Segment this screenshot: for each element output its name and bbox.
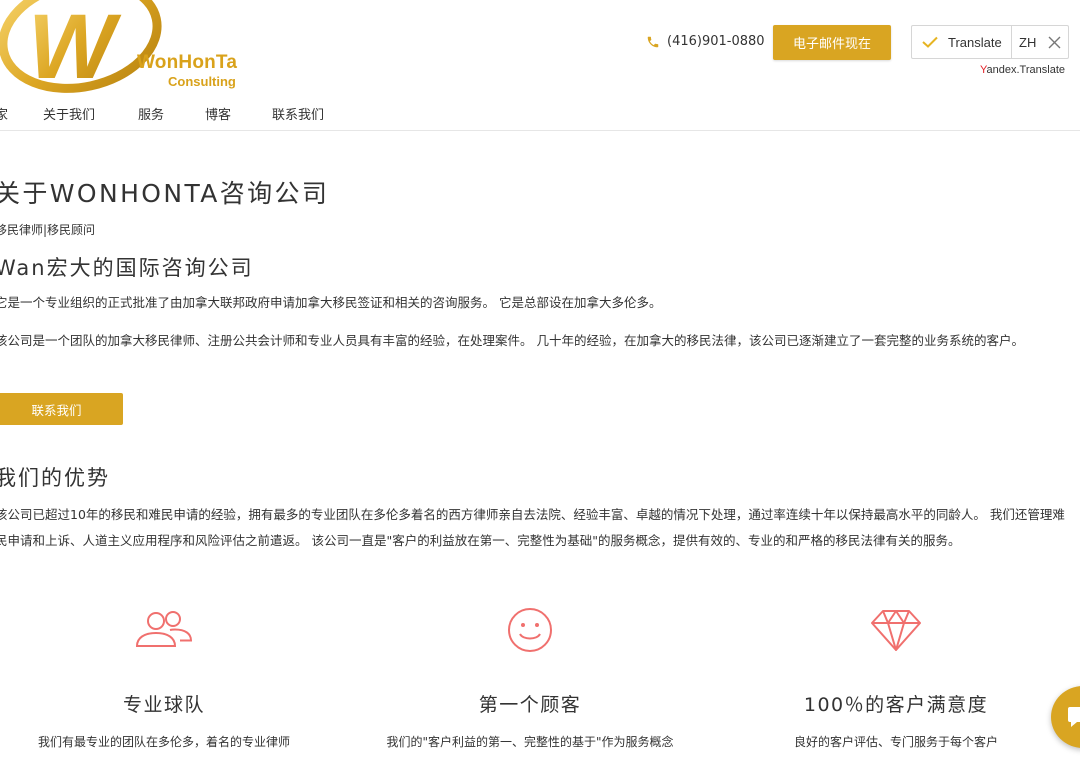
feature-title: 第一个顾客: [478, 694, 582, 716]
advantages-paragraph: 该公司已超过10年的移民和难民申请的经验，拥有最多的专业团队在多伦多着名的西方律…: [0, 507, 1065, 548]
translate-label[interactable]: Translate: [948, 35, 1011, 50]
phone-number: (416)901-0880: [667, 34, 765, 49]
checkmark-icon: [922, 36, 938, 48]
brand-name: WonHonTa: [137, 52, 238, 73]
translate-language[interactable]: ZH: [1011, 26, 1041, 58]
nav-item-contact[interactable]: 联系我们: [272, 104, 324, 123]
translate-widget: Translate ZH: [911, 25, 1069, 59]
about-paragraph-1: 它是一个专业组织的正式批准了由加拿大联邦政府申请加拿大移民签证和相关的咨询服务。…: [0, 295, 662, 310]
team-icon: [135, 611, 193, 647]
phone-contact[interactable]: (416)901-0880: [646, 34, 765, 49]
nav-item-home[interactable]: 家: [0, 104, 43, 123]
chat-widget-button[interactable]: [1051, 686, 1080, 748]
nav-item-services[interactable]: 服务: [138, 104, 205, 123]
feature-description: 我们的"客户利益的第一、完整性的基于"作为服务概念: [386, 735, 674, 749]
feature-title: 100％的客户满意度: [803, 694, 989, 716]
advantages-title: 我们的优势: [0, 466, 110, 490]
phone-icon: [647, 36, 659, 47]
nav-item-about[interactable]: 关于我们: [43, 104, 138, 123]
about-tagline: 移民律师|移民顾问: [0, 223, 96, 237]
about-title: 关于WONHONTA咨询公司: [0, 179, 330, 208]
feature-team: 专业球队 我们有最专业的团队在多伦多，着名的专业律师: [14, 602, 314, 750]
brand-subtitle: Consulting: [168, 74, 236, 89]
translate-close-button[interactable]: [1041, 26, 1067, 58]
feature-title: 专业球队: [122, 694, 205, 716]
yandex-rest: andex.Translate: [986, 64, 1066, 76]
about-subtitle: Wan宏大的国际咨询公司: [0, 256, 254, 280]
feature-description: 我们有最专业的团队在多伦多，着名的专业律师: [37, 735, 290, 749]
feature-satisfaction: 100％的客户满意度 良好的客户评估、专门服务于每个客户: [746, 602, 1046, 750]
email-now-button[interactable]: 电子邮件现在: [773, 25, 891, 60]
contact-us-button[interactable]: 联系我们: [0, 393, 123, 425]
yandex-translate-link[interactable]: Yandex.Translate: [980, 64, 1065, 76]
diamond-icon: [871, 610, 921, 651]
smiley-icon: [508, 608, 552, 652]
logo-letter: W: [28, 0, 122, 98]
chat-icon: [1068, 707, 1080, 727]
nav-divider: [0, 130, 1080, 131]
translate-button[interactable]: [912, 36, 948, 48]
feature-description: 良好的客户评估、专门服务于每个客户: [793, 735, 998, 749]
about-paragraph-2: 该公司是一个团队的加拿大移民律师、注册公共会计师和专业人员具有丰富的经验，在处理…: [0, 333, 1024, 348]
feature-customer-first: 第一个顾客 我们的"客户利益的第一、完整性的基于"作为服务概念: [380, 602, 680, 750]
close-icon: [1048, 36, 1060, 48]
nav-item-blog[interactable]: 博客: [205, 104, 272, 123]
main-nav: 家 关于我们 服务 博客 联系我们: [0, 104, 324, 123]
